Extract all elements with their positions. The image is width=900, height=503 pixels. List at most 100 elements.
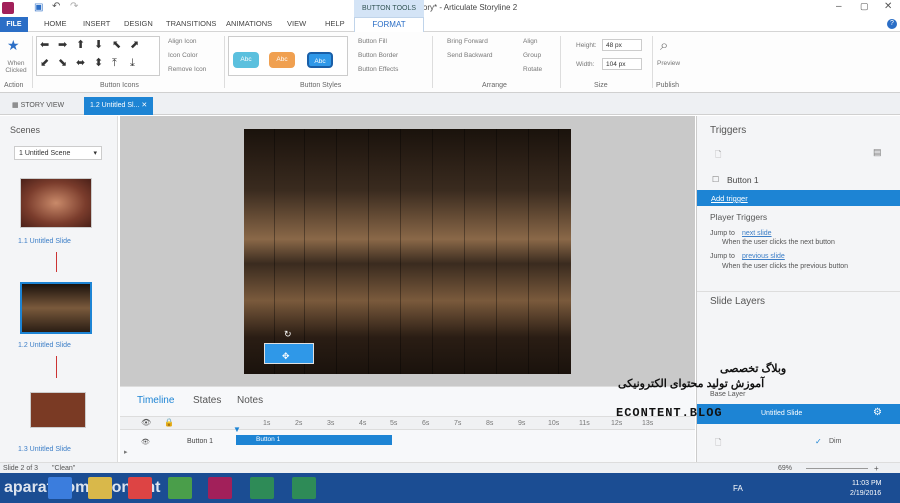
camtasia-icon[interactable]: [250, 477, 274, 499]
slide-thumbnail-3[interactable]: [30, 392, 86, 428]
arrow-up-bar-icon[interactable]: ⤒: [112, 58, 117, 69]
style-orange-button[interactable]: Abc: [269, 52, 295, 68]
arrow-up-left-icon[interactable]: ⬉: [112, 40, 121, 51]
close-tab-icon[interactable]: ✕: [141, 102, 147, 109]
timeline-ruler[interactable]: [120, 416, 695, 430]
arrow-down-right-icon[interactable]: ⬊: [58, 58, 67, 69]
group-button[interactable]: Group: [523, 52, 541, 59]
trigger-wizard-icon[interactable]: ▤: [873, 147, 882, 158]
bring-forward-button[interactable]: Bring Forward: [447, 38, 488, 45]
tab-timeline[interactable]: Timeline: [137, 395, 174, 406]
close-icon[interactable]: ✕: [884, 1, 892, 12]
button-effects-button[interactable]: Button Effects: [358, 66, 398, 73]
language-indicator[interactable]: FA: [733, 484, 743, 493]
zoom-in-icon[interactable]: +: [874, 464, 879, 473]
storyline-icon[interactable]: [208, 477, 232, 499]
help-icon[interactable]: ?: [887, 19, 897, 29]
checkbox-icon[interactable]: ☐: [712, 175, 719, 184]
slide-tab[interactable]: 1.2 Untitled Sl... ✕: [84, 97, 154, 115]
tick-label: 8s: [486, 420, 494, 427]
tab-notes[interactable]: Notes: [237, 395, 263, 406]
button-icons-gallery[interactable]: ⬅ ➡ ⬆ ⬇ ⬉ ⬈ ⬋ ⬊ ⬌ ⬍ ⤒ ⤓: [36, 36, 160, 76]
slide-layers-title: Slide Layers: [710, 296, 766, 307]
trigger-1-action: Jump to: [710, 230, 735, 237]
scene-dropdown[interactable]: 1 Untitled Scene ▾: [14, 146, 102, 160]
tab-help[interactable]: HELP: [325, 19, 345, 28]
rotate-button[interactable]: Rotate: [523, 66, 542, 73]
slide-thumbnail-1[interactable]: [20, 178, 92, 228]
tab-home[interactable]: HOME: [44, 19, 67, 28]
arrow-left-right-icon[interactable]: ⬌: [76, 58, 85, 69]
rotate-handle-icon[interactable]: ↻: [284, 329, 292, 340]
style-blue-button[interactable]: Abc: [307, 52, 333, 68]
camtasia-recorder-icon[interactable]: [292, 477, 316, 499]
align-icon-button[interactable]: Align Icon: [168, 38, 197, 45]
tab-design[interactable]: DESIGN: [124, 19, 153, 28]
triggers-title: Triggers: [710, 125, 747, 136]
remove-icon-button[interactable]: Remove Icon: [168, 66, 206, 73]
height-input[interactable]: 48 px: [602, 39, 642, 51]
trigger-2-link[interactable]: previous slide: [742, 253, 785, 260]
action-group-label: Action: [4, 82, 24, 89]
arrow-down-icon[interactable]: ⬇: [94, 40, 103, 51]
new-trigger-icon[interactable]: 🗋: [715, 149, 721, 163]
tab-animations[interactable]: ANIMATIONS: [226, 19, 272, 28]
new-layer-icon[interactable]: 🗋: [715, 437, 721, 451]
timeline-row-name[interactable]: Button 1: [187, 438, 213, 445]
layer-settings-icon[interactable]: ⚙: [873, 407, 882, 418]
ie-icon[interactable]: [48, 477, 72, 499]
preview-icon[interactable]: ⌕: [660, 37, 668, 54]
slide-thumbnail-2[interactable]: [20, 282, 92, 334]
button-styles-gallery[interactable]: Abc Abc Abc: [228, 36, 348, 76]
tab-insert[interactable]: INSERT: [83, 19, 110, 28]
tab-states[interactable]: States: [193, 395, 221, 406]
arrow-up-right-icon[interactable]: ⬈: [130, 40, 139, 51]
tick-label: 2s: [295, 420, 303, 427]
timeline-bar[interactable]: Button 1: [236, 435, 392, 445]
playhead-icon[interactable]: ▼: [233, 425, 241, 434]
move-cursor-icon: ✥: [282, 351, 290, 361]
trigger-1-link[interactable]: next slide: [742, 230, 772, 237]
button-fill-button[interactable]: Button Fill: [358, 38, 387, 45]
style-teal-button[interactable]: Abc: [233, 52, 259, 68]
chrome-icon[interactable]: [168, 477, 192, 499]
arrow-down-bar-icon[interactable]: ⤓: [130, 58, 135, 69]
maximize-icon[interactable]: ▢: [860, 1, 869, 12]
arrow-up-icon[interactable]: ⬆: [76, 40, 85, 51]
arrow-up-down-icon[interactable]: ⬍: [94, 58, 103, 69]
tab-format[interactable]: FORMAT: [354, 17, 424, 32]
publish-group-label: Publish: [656, 82, 679, 89]
clock-date[interactable]: 2/19/2016: [850, 490, 881, 497]
align-button[interactable]: Align: [523, 38, 537, 45]
view-tabstrip: ▦ STORY VIEW 1.2 Untitled Sl... ✕: [0, 93, 900, 115]
expand-icon[interactable]: ▸: [124, 448, 128, 456]
add-trigger-row[interactable]: Add trigger: [697, 190, 900, 206]
star-icon[interactable]: ★: [7, 37, 20, 54]
arrow-down-left-icon[interactable]: ⬋: [40, 58, 49, 69]
lock-icon[interactable]: 🔒: [164, 418, 174, 427]
preview-button[interactable]: Preview: [657, 60, 680, 67]
add-trigger-link[interactable]: Add trigger: [711, 194, 748, 203]
media-icon[interactable]: [128, 477, 152, 499]
width-input[interactable]: 104 px: [602, 58, 642, 70]
arrow-left-icon[interactable]: ⬅: [40, 40, 49, 51]
when-clicked-button[interactable]: When Clicked: [4, 60, 28, 74]
tab-transitions[interactable]: TRANSITIONS: [166, 19, 216, 28]
minimize-icon[interactable]: –: [836, 1, 842, 12]
visibility-icon[interactable]: 👁: [141, 418, 151, 427]
clock-time[interactable]: 11:03 PM: [852, 480, 881, 487]
explorer-icon[interactable]: [88, 477, 112, 499]
slide-stage[interactable]: ↻ ✥: [244, 129, 571, 374]
tick-label: 5s: [390, 420, 398, 427]
arrow-right-icon[interactable]: ➡: [58, 40, 67, 51]
button-border-button[interactable]: Button Border: [358, 52, 398, 59]
tab-file[interactable]: FILE: [0, 17, 28, 32]
row-visibility-icon[interactable]: 👁: [141, 438, 150, 446]
send-backward-button[interactable]: Send Backward: [447, 52, 493, 59]
trigger-object: Button 1: [727, 175, 759, 185]
story-view-tab[interactable]: ▦ STORY VIEW: [6, 97, 70, 115]
icon-color-button[interactable]: Icon Color: [168, 52, 198, 59]
tab-view[interactable]: VIEW: [287, 19, 306, 28]
zoom-slider[interactable]: [806, 468, 868, 469]
dim-check-icon[interactable]: ✓: [815, 437, 822, 446]
